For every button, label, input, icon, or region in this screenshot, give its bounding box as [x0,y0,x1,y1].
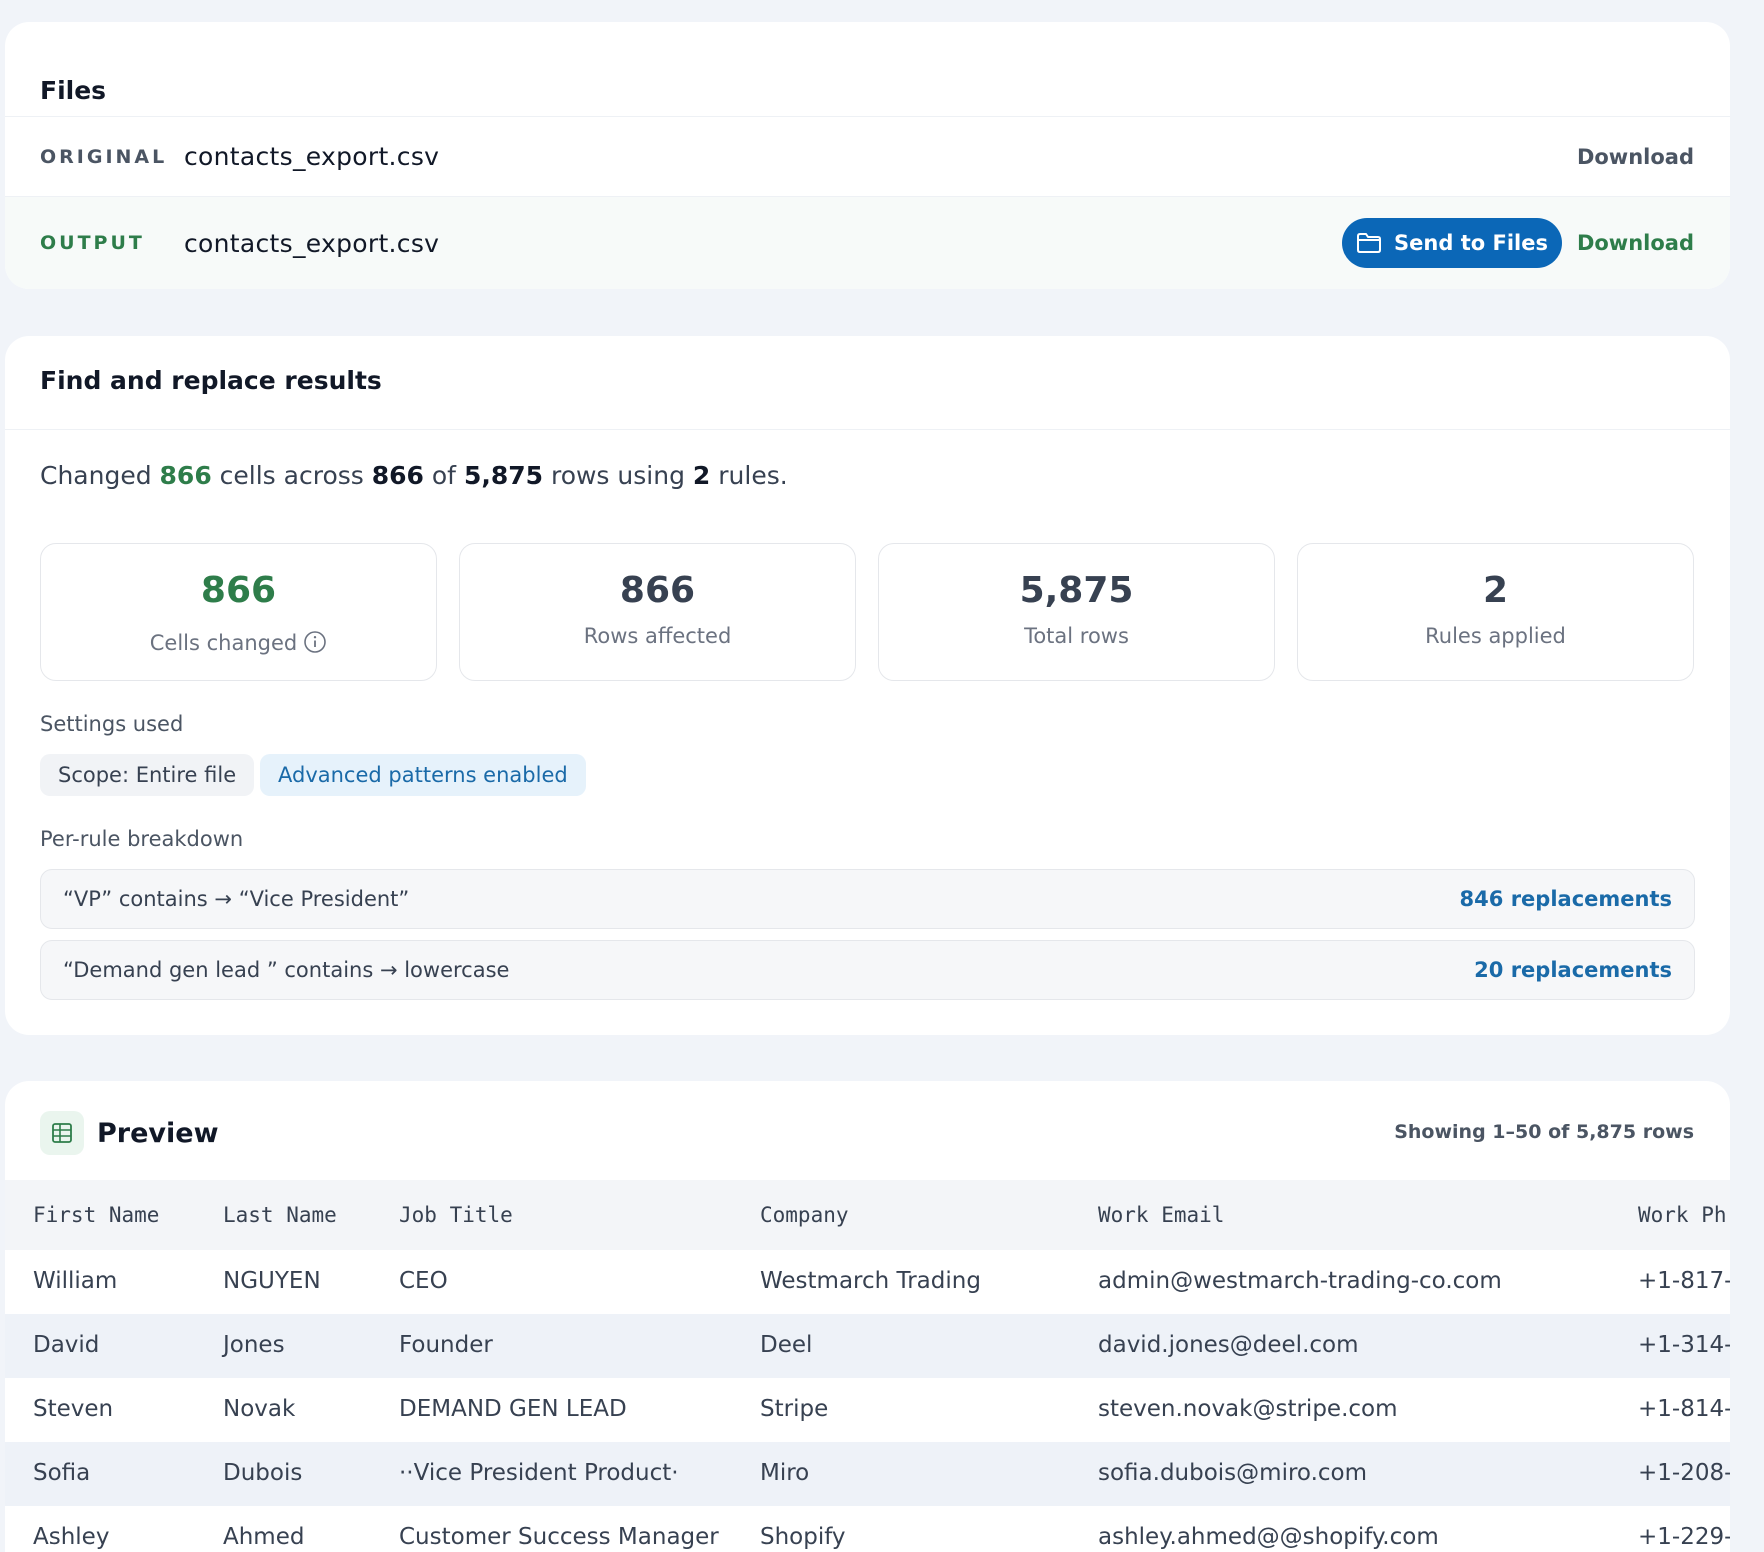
summary-text: Changed [40,461,160,490]
rule-replacement-count: 846 replacements [1459,887,1672,911]
rule-description: “VP” contains → “Vice President” [63,887,410,911]
output-tag: OUTPUT [40,232,145,254]
table-cell: Dubois [223,1460,303,1486]
output-download-link[interactable]: Download [1577,231,1694,255]
table-cell: ··Vice President Product· [399,1460,679,1486]
table-cell: Stripe [760,1396,829,1422]
column-header[interactable]: Last Name [223,1203,337,1227]
summary-rules-count: 2 [692,461,711,490]
column-header[interactable]: Work Email [1098,1203,1224,1227]
stat-label-text: Cells changed [149,631,298,655]
original-download-link[interactable]: Download [1577,145,1694,169]
summary-total-count: 5,875 [463,461,544,490]
results-divider [5,429,1730,430]
stat-rules-applied: 2 Rules applied [1297,543,1694,681]
row-range-indicator: Showing 1–50 of 5,875 rows [1394,1121,1694,1143]
table-row: William NGUYEN CEO Westmarch Trading adm… [5,1250,1730,1314]
table-cell: David [33,1332,100,1358]
rule-description: “Demand gen lead ” contains → lowercase [63,958,510,982]
table-cell: Customer Success Manager [399,1524,719,1550]
rule-row: “Demand gen lead ” contains → lowercase … [40,940,1695,1000]
info-icon[interactable] [303,630,327,654]
output-file-row: OUTPUT contacts_export.csv Send to Files… [5,196,1730,289]
original-tag: ORIGINAL [40,145,168,168]
per-rule-breakdown-label: Per-rule breakdown [40,827,244,851]
summary-text: of [423,461,464,490]
table-cell: Westmarch Trading [760,1268,981,1294]
preview-title: Preview [97,1118,219,1149]
settings-used-label: Settings used [40,712,184,736]
table-cell: William [33,1268,118,1294]
table-icon [40,1111,84,1155]
column-header[interactable]: Company [760,1203,849,1227]
stat-cells-changed: 866 Cells changed [40,543,437,681]
column-header[interactable]: Work Ph [1638,1203,1730,1227]
table-grid-icon [52,1123,72,1143]
column-header[interactable]: Job Title [399,1203,513,1227]
stat-label: Total rows [1024,624,1129,648]
preview-card: Preview Showing 1–50 of 5,875 rows First… [5,1081,1730,1552]
table-cell: Ahmed [223,1524,305,1550]
send-to-files-button[interactable]: Send to Files [1342,218,1562,268]
stat-value: 866 [200,570,277,611]
table-row: Sofia Dubois ··Vice President Product· M… [5,1442,1730,1506]
table-cell: Jones [223,1332,285,1358]
table-cell: NGUYEN [223,1268,321,1294]
stat-label: Rows affected [583,624,732,648]
results-summary: Changed 866 cells across 866 of 5,875 ro… [40,461,788,490]
table-row: David Jones Founder Deel david.jones@dee… [5,1314,1730,1378]
summary-text: rows using [543,461,693,490]
table-header: First Name Last Name Job Title Company W… [5,1180,1730,1250]
files-card: Files ORIGINAL contacts_export.csv Downl… [5,22,1730,289]
stat-rows-affected: 866 Rows affected [459,543,856,681]
summary-text: cells across [211,461,372,490]
table-cell: DEMAND GEN LEAD [399,1396,627,1422]
advanced-patterns-chip: Advanced patterns enabled [260,754,586,796]
stat-value: 866 [619,570,696,611]
summary-cells-count: 866 [159,461,212,490]
stat-label: Cells changed [41,630,436,655]
table-cell: CEO [399,1268,448,1294]
folder-icon [1357,233,1382,253]
table-row: Steven Novak DEMAND GEN LEAD Stripe stev… [5,1378,1730,1442]
table-cell: Deel [760,1332,813,1358]
original-file-row: ORIGINAL contacts_export.csv Download [5,116,1730,196]
stat-total-rows: 5,875 Total rows [878,543,1275,681]
rule-replacement-count: 20 replacements [1474,958,1672,982]
stat-value: 2 [1482,570,1509,611]
files-title: Files [40,76,107,105]
table-cell: +1-817-7 [1638,1268,1730,1294]
table-cell: Ashley [33,1524,110,1550]
scope-chip: Scope: Entire file [40,754,255,796]
summary-text: rules. [710,461,788,490]
table-cell: +1-314-9 [1638,1332,1730,1358]
table-cell: steven.novak@stripe.com [1098,1396,1398,1422]
table-cell: +1-814-6 [1638,1396,1730,1422]
table-cell: ashley.ahmed@@shopify.com [1098,1524,1439,1550]
table-cell: Founder [399,1332,493,1358]
table-cell: david.jones@deel.com [1098,1332,1359,1358]
table-row: Ashley Ahmed Customer Success Manager Sh… [5,1506,1730,1552]
table-cell: Sofia [33,1460,91,1486]
table-cell: +1-208-7 [1638,1460,1730,1486]
table-cell: admin@westmarch-trading-co.com [1098,1268,1502,1294]
send-to-files-label: Send to Files [1394,231,1548,255]
table-cell: Miro [760,1460,810,1486]
results-title: Find and replace results [40,366,382,395]
column-header[interactable]: First Name [33,1203,159,1227]
stat-value: 5,875 [1019,570,1134,611]
table-cell: +1-229-5 [1638,1524,1730,1550]
table-cell: Shopify [760,1524,846,1550]
results-card: Find and replace results Changed 866 cel… [5,336,1730,1035]
table-cell: Steven [33,1396,114,1422]
table-cell: Novak [223,1396,296,1422]
rule-row: “VP” contains → “Vice President” 846 rep… [40,869,1695,929]
stat-label: Rules applied [1425,624,1566,648]
original-file-name: contacts_export.csv [184,142,440,171]
output-file-name: contacts_export.csv [184,228,440,258]
table-cell: sofia.dubois@miro.com [1098,1460,1368,1486]
summary-rows-count: 866 [371,461,424,490]
